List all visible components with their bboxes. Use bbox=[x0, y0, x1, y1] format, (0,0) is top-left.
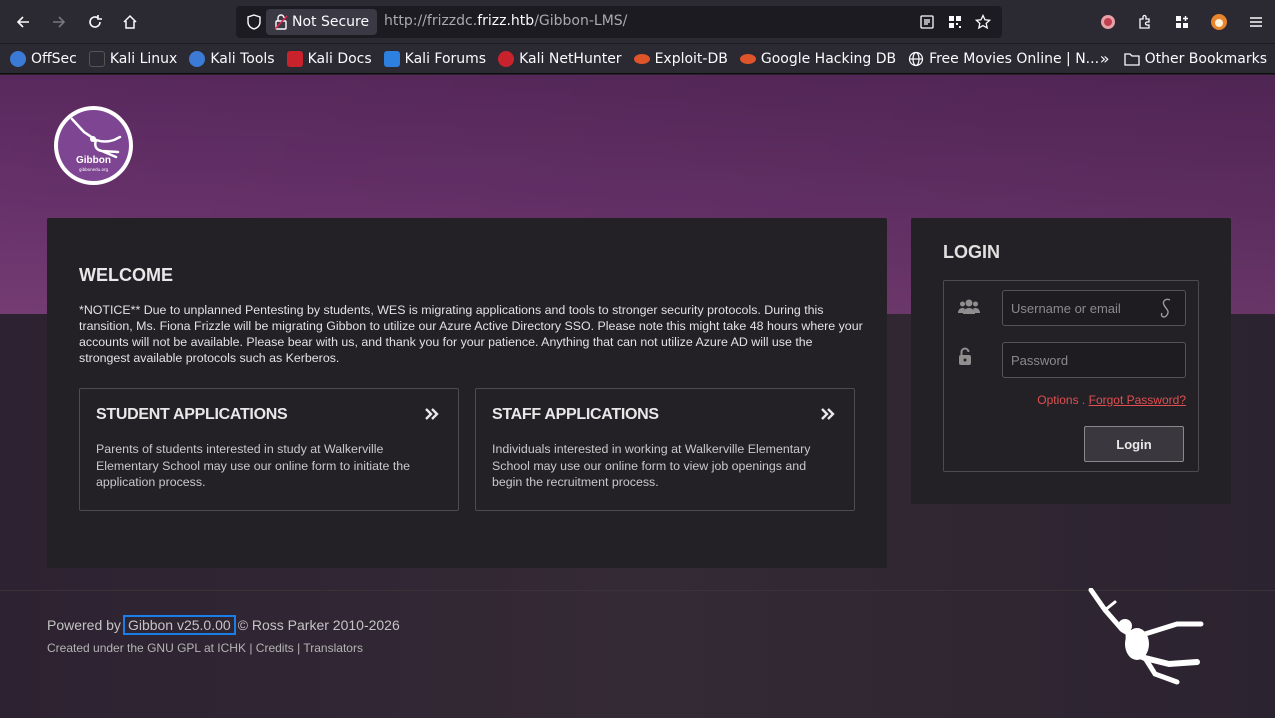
options-link[interactable]: Options bbox=[1037, 393, 1078, 407]
url-bar[interactable]: Not Secure http://frizzdc.frizz.htb/Gibb… bbox=[236, 6, 1002, 38]
url-prefix: http://frizzdc. bbox=[384, 13, 478, 29]
url-path: /Gibbon-LMS/ bbox=[534, 13, 628, 29]
offsec-icon bbox=[10, 50, 26, 67]
exploit-db-icon bbox=[633, 53, 650, 64]
bookmarks-overflow-icon[interactable]: » bbox=[1100, 49, 1110, 68]
gibbon-version-link[interactable]: Gibbon v25.0.00 bbox=[122, 615, 236, 635]
forward-arrow-icon bbox=[53, 16, 66, 28]
nethunter-icon bbox=[498, 50, 515, 67]
reader-view-icon[interactable] bbox=[918, 12, 936, 32]
bookmark-kali-nethunter[interactable]: Kali NetHunter bbox=[498, 50, 622, 67]
kali-docs-icon bbox=[286, 50, 303, 67]
bookmark-offsec[interactable]: OffSec bbox=[10, 50, 77, 67]
url-domain: frizz.htb bbox=[477, 13, 535, 29]
not-secure-label: Not Secure bbox=[292, 14, 370, 30]
footer-credits: Created under the GNU GPL at ICHK | Cred… bbox=[47, 641, 363, 655]
login-button[interactable]: Login bbox=[1084, 426, 1184, 462]
qr-code-icon[interactable] bbox=[946, 12, 964, 32]
bookmark-star-icon[interactable] bbox=[974, 12, 992, 32]
login-form: Username or email Password Options . For… bbox=[943, 280, 1199, 472]
logo-title: Gibbon bbox=[76, 155, 111, 166]
kali-dragon-icon bbox=[88, 50, 105, 67]
other-bookmarks[interactable]: Other Bookmarks bbox=[1123, 50, 1267, 67]
browser-toolbar: Not Secure http://frizzdc.frizz.htb/Gibb… bbox=[0, 0, 1275, 44]
password-input[interactable]: Password bbox=[1002, 342, 1186, 378]
apps-icon[interactable] bbox=[1169, 8, 1195, 36]
other-bookmarks-label: Other Bookmarks bbox=[1144, 50, 1267, 67]
users-icon bbox=[958, 298, 980, 318]
url-text[interactable]: http://frizzdc.frizz.htb/Gibbon-LMS/ bbox=[384, 13, 627, 29]
welcome-panel: WELCOME *NOTICE** Due to unplanned Pente… bbox=[47, 218, 887, 568]
home-button[interactable] bbox=[116, 8, 144, 36]
bookmark-kali-tools[interactable]: Kali Tools bbox=[189, 50, 275, 67]
student-applications-card[interactable]: STUDENT APPLICATIONS Parents of students… bbox=[79, 388, 459, 511]
double-chevron-right-icon[interactable] bbox=[820, 406, 836, 425]
bookmark-label: Kali NetHunter bbox=[519, 50, 622, 67]
back-arrow-icon bbox=[16, 16, 29, 28]
back-button[interactable] bbox=[9, 8, 37, 36]
bookmark-label: Kali Forums bbox=[404, 50, 487, 67]
double-chevron-right-icon[interactable] bbox=[424, 406, 440, 425]
foxyproxy-icon[interactable] bbox=[1206, 8, 1232, 36]
home-icon bbox=[123, 14, 137, 29]
logo-subtitle: gibbonedu.org bbox=[78, 167, 109, 172]
extensions-icon[interactable] bbox=[1132, 8, 1158, 36]
bookmark-label: Kali Linux bbox=[109, 50, 178, 67]
shield-icon[interactable] bbox=[244, 12, 264, 32]
profile-avatar-icon[interactable] bbox=[1095, 8, 1121, 36]
student-applications-title[interactable]: STUDENT APPLICATIONS bbox=[96, 406, 288, 424]
staff-applications-text: Individuals interested in working at Wal… bbox=[492, 442, 811, 489]
login-panel: LOGIN Username or email Password Options… bbox=[911, 218, 1231, 504]
created-under-text[interactable]: Created under the GNU GPL at ICHK bbox=[47, 641, 246, 655]
bookmark-label: Kali Tools bbox=[210, 50, 275, 67]
translators-link[interactable]: Translators bbox=[303, 641, 363, 655]
staff-applications-title[interactable]: STAFF APPLICATIONS bbox=[492, 406, 659, 424]
bookmarks-bar: OffSec Kali Linux Kali Tools Kali Docs K… bbox=[0, 44, 1275, 74]
bookmark-label: Exploit-DB bbox=[654, 50, 728, 67]
bookmark-free-movies[interactable]: Free Movies Online | N... bbox=[908, 51, 1099, 67]
login-options: Options . Forgot Password? bbox=[1037, 393, 1186, 407]
bookmark-label: OffSec bbox=[31, 50, 77, 67]
gibbon-logo[interactable]: Gibbon gibbonedu.org bbox=[54, 106, 133, 185]
insecure-lock-icon bbox=[274, 14, 288, 30]
footer-divider bbox=[0, 590, 1275, 591]
bookmark-kali-docs[interactable]: Kali Docs bbox=[286, 50, 372, 67]
bookmark-kali-linux[interactable]: Kali Linux bbox=[88, 50, 178, 67]
folder-icon bbox=[1123, 52, 1140, 66]
not-secure-badge[interactable]: Not Secure bbox=[266, 9, 378, 35]
ghdb-icon bbox=[739, 53, 756, 64]
staff-applications-card[interactable]: STAFF APPLICATIONS Individuals intereste… bbox=[475, 388, 855, 511]
reload-icon bbox=[89, 15, 102, 28]
welcome-notice: *NOTICE** Due to unplanned Pentesting by… bbox=[79, 303, 863, 365]
gibbon-footer-monkey-icon bbox=[1088, 588, 1204, 685]
forward-button[interactable] bbox=[45, 8, 73, 36]
password-manager-icon[interactable] bbox=[1157, 297, 1175, 319]
password-placeholder: Password bbox=[1011, 352, 1069, 368]
bookmark-label: Google Hacking DB bbox=[760, 50, 897, 67]
bookmark-label: Free Movies Online | N... bbox=[929, 50, 1100, 67]
username-placeholder: Username or email bbox=[1011, 300, 1121, 316]
powered-by-label: Powered by bbox=[47, 617, 121, 633]
username-input[interactable]: Username or email bbox=[1002, 290, 1186, 326]
copyright-text: © Ross Parker 2010-2026 bbox=[237, 617, 400, 633]
bookmark-kali-forums[interactable]: Kali Forums bbox=[383, 50, 487, 67]
forgot-password-link[interactable]: Forgot Password? bbox=[1089, 393, 1186, 407]
globe-icon bbox=[908, 51, 924, 66]
kali-forums-icon bbox=[383, 50, 400, 67]
credits-link[interactable]: Credits bbox=[256, 641, 294, 655]
bookmark-exploit-db[interactable]: Exploit-DB bbox=[633, 50, 728, 67]
bookmark-ghdb[interactable]: Google Hacking DB bbox=[739, 50, 897, 67]
page-content: Gibbon gibbonedu.org WELCOME *NOTICE** D… bbox=[0, 75, 1275, 718]
kali-tools-icon bbox=[189, 50, 206, 67]
welcome-title: WELCOME bbox=[79, 265, 173, 285]
login-title: LOGIN bbox=[943, 242, 1000, 262]
menu-icon[interactable] bbox=[1243, 8, 1269, 36]
bookmark-label: Kali Docs bbox=[307, 50, 372, 67]
student-applications-text: Parents of students interested in study … bbox=[96, 442, 411, 489]
reload-button[interactable] bbox=[81, 8, 109, 36]
powered-by: Powered by Gibbon v25.0.00 © Ross Parker 2… bbox=[47, 615, 400, 635]
padlock-icon bbox=[958, 347, 972, 369]
